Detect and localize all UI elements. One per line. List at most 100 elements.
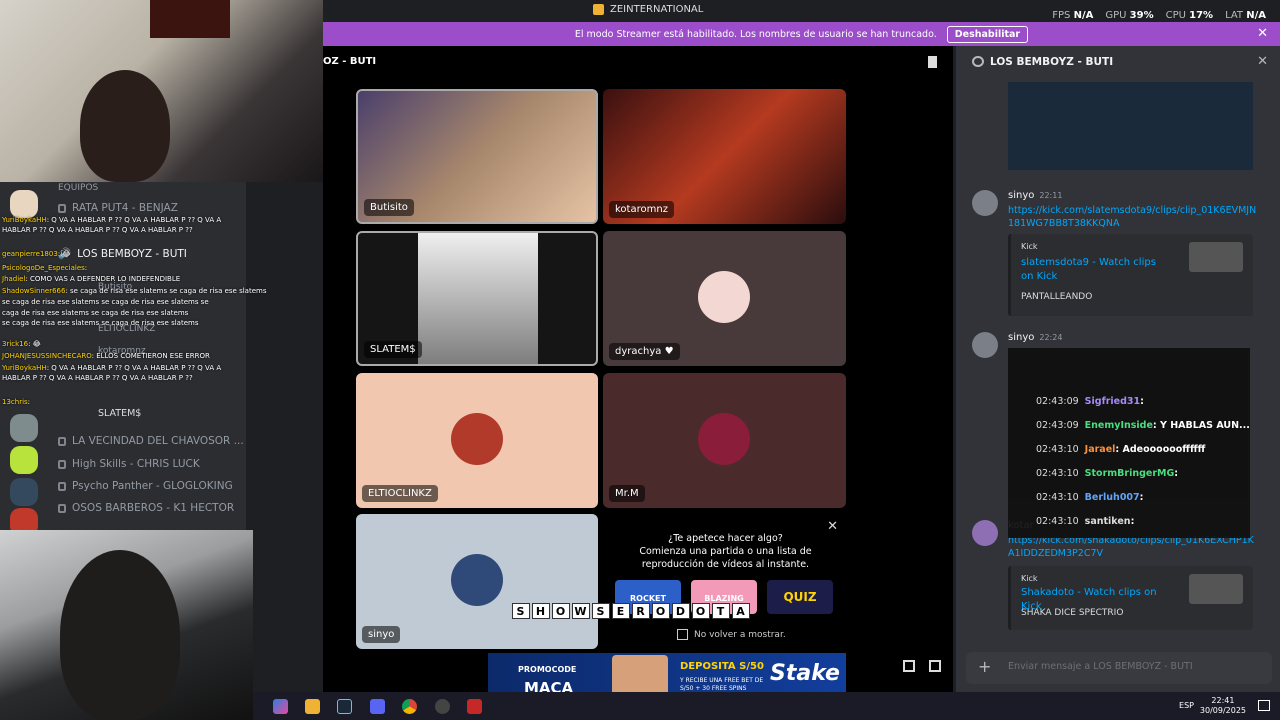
fireplace-image — [150, 0, 230, 38]
chat-header: LOS BEMBOYZ - BUTI — [990, 56, 1114, 68]
fullscreen-icon[interactable] — [929, 660, 941, 672]
video-tile[interactable]: kotaromnz — [603, 89, 846, 224]
performance-stats: FPS N/A GPU 39% CPU 17% LAT N/A — [1052, 10, 1266, 21]
system-clock[interactable]: 22:41 30/09/2025 — [1200, 696, 1246, 716]
stream-chat-overlay: YuriBoykaHH: Q VA A HABLAR P ?? Q VA A H… — [0, 216, 266, 416]
showserodota-watermark: SHOWSERODOTA — [512, 603, 750, 619]
tile-name: dyrachya ♥ — [609, 343, 680, 360]
thread-icon — [972, 56, 984, 67]
channel-item[interactable]: OSOS BARBEROS - K1 HECTOR — [58, 502, 234, 514]
embed-title[interactable]: slatemsdota9 - Watch clips on Kick — [1021, 256, 1171, 284]
user-avatar — [698, 413, 750, 465]
user-avatar — [451, 554, 503, 606]
windows-taskbar: ESP 22:41 30/09/2025 — [253, 692, 1280, 720]
link-embed: Kick slatemsdota9 - Watch clips on Kick … — [1008, 234, 1253, 316]
streamer-figure — [60, 550, 180, 720]
banner-text: El modo Streamer está habilitado. Los no… — [574, 28, 937, 40]
streamer-webcam-bottom — [0, 530, 253, 720]
server-icon[interactable] — [10, 414, 38, 442]
chat-line: Jhadiel: COMO VAS A DEFENDER LO INDEFEND… — [2, 275, 181, 283]
streamer-mode-banner: El modo Streamer está habilitado. Los no… — [323, 22, 1280, 46]
chat-line: PsicologoDe_Especiales: — [2, 264, 88, 272]
tile-name: ELTIOCLINKZ — [362, 485, 438, 502]
kick-chat-overlay: 02:43:09 Sigfried31: 02:43:09 EnemyInside:… — [1008, 348, 1250, 538]
overlay-chat-line: 02:43:10 Berluh007: — [1036, 492, 1144, 503]
tile-name: Butisito — [364, 199, 414, 216]
notification-icon[interactable] — [1258, 700, 1270, 711]
tile-name: kotaromnz — [609, 201, 674, 218]
chat-line: ShadowSinner666: se caga de risa ese sla… — [2, 287, 267, 295]
close-chat-icon[interactable]: ✕ — [1257, 54, 1268, 69]
lock-icon — [58, 459, 66, 469]
file-explorer-icon[interactable] — [305, 699, 320, 714]
streamer-figure — [80, 70, 170, 182]
video-tile[interactable]: Mr.M — [603, 373, 846, 508]
app-logo-icon — [593, 4, 604, 15]
tile-name: Mr.M — [609, 485, 645, 502]
user-avatar — [698, 271, 750, 323]
video-tile[interactable]: sinyo — [356, 514, 598, 649]
image-attachment[interactable] — [1008, 82, 1253, 170]
lock-icon — [58, 481, 66, 491]
bookmark-icon[interactable] — [928, 56, 937, 68]
popout-icon[interactable] — [903, 660, 915, 672]
channel-item[interactable]: Psycho Panther - GLOGLOKING — [58, 480, 233, 492]
video-tile[interactable]: dyrachya ♥ — [603, 231, 846, 366]
message-author[interactable]: sinyo 22:24 — [1008, 332, 1062, 343]
overlay-chat-line: 02:43:10 santiken: — [1036, 516, 1135, 527]
lock-icon — [58, 436, 66, 446]
channel-item[interactable]: LA VECINDAD DEL CHAVOSOR ... — [58, 435, 244, 447]
overlay-chat-line: 02:43:09 EnemyInside: Y HABLAS AUN... — [1036, 420, 1250, 431]
obs-icon[interactable] — [435, 699, 450, 714]
chat-line: HABLAR P ?? Q VA A HABLAR P ?? Q VA A HA… — [2, 374, 193, 382]
lock-icon — [58, 203, 66, 213]
stake-logo: Stake — [770, 661, 840, 686]
language-indicator[interactable]: ESP — [1179, 701, 1194, 710]
channel-item[interactable]: RATA PUT4 - BENJAZ — [58, 202, 178, 214]
chat-line: YuriBoykaHH: Q VA A HABLAR P ?? Q VA A H… — [2, 364, 222, 372]
dota-icon[interactable] — [467, 699, 482, 714]
message-link[interactable]: https://kick.com/slatemsdota9/clips/clip… — [1008, 204, 1258, 230]
chat-line: 3rick16: 😂 — [2, 340, 41, 348]
overlay-chat-line: 02:43:10 StormBringerMG: — [1036, 468, 1179, 479]
steam-icon[interactable] — [337, 699, 352, 714]
video-feed — [418, 233, 538, 364]
chat-line: se caga de risa ese slatems se caga de r… — [2, 319, 199, 327]
activity-popup: ✕ ¿Te apetece hacer algo? Comienza una pa… — [603, 514, 846, 650]
overlay-chat-line: 02:43:09 Sigfried31: — [1036, 396, 1144, 407]
chat-line: 13chris: — [2, 398, 31, 406]
add-attachment-icon[interactable]: + — [978, 657, 991, 676]
disable-button[interactable]: Deshabilitar — [946, 25, 1029, 43]
avatar[interactable] — [972, 332, 998, 358]
call-title: OZ - BUTI — [323, 56, 377, 67]
checkbox-icon[interactable] — [677, 629, 688, 640]
video-tile[interactable]: SLATEM$ — [356, 231, 598, 366]
avatar[interactable] — [972, 190, 998, 216]
copilot-icon[interactable] — [273, 699, 288, 714]
message-input[interactable]: + Enviar mensaje a LOS BEMBOYZ - BUTI — [966, 652, 1272, 684]
chrome-icon[interactable] — [402, 699, 417, 714]
message-author[interactable]: sinyo 22:11 — [1008, 190, 1062, 201]
video-tile[interactable]: Butisito — [356, 89, 598, 224]
app-title: ZEINTERNATIONAL — [593, 4, 703, 15]
tile-name: sinyo — [362, 626, 401, 643]
channel-item[interactable]: High Skills - CHRIS LUCK — [58, 458, 200, 470]
server-icon[interactable] — [10, 190, 38, 218]
server-icon[interactable] — [10, 446, 38, 474]
link-embed: Kick Shakadoto - Watch clips on Kick SHA… — [1008, 566, 1253, 630]
popup-text: ¿Te apetece hacer algo? Comienza una part… — [639, 533, 812, 570]
category-header[interactable]: EQUIPOS — [58, 183, 98, 193]
dont-show-checkbox[interactable]: No volver a mostrar. — [677, 629, 786, 640]
close-banner-icon[interactable]: ✕ — [1257, 26, 1268, 41]
embed-thumbnail[interactable] — [1189, 242, 1243, 272]
tile-name: SLATEM$ — [364, 341, 422, 358]
chat-line: JOHANJESUSSINCHECARO: ELLOS COMETIERON E… — [2, 352, 210, 360]
game-card[interactable]: QUIZ — [767, 580, 833, 614]
discord-icon[interactable] — [370, 699, 385, 714]
avatar[interactable] — [972, 520, 998, 546]
embed-thumbnail[interactable] — [1189, 574, 1243, 604]
server-icon[interactable] — [10, 478, 38, 506]
overlay-chat-line: 02:43:10 Jarael: Adeooooooffffff — [1036, 444, 1206, 455]
video-tile[interactable]: ELTIOCLINKZ — [356, 373, 598, 508]
app-titlebar: ZEINTERNATIONAL FPS N/A GPU 39% CPU 17% … — [323, 0, 1280, 22]
